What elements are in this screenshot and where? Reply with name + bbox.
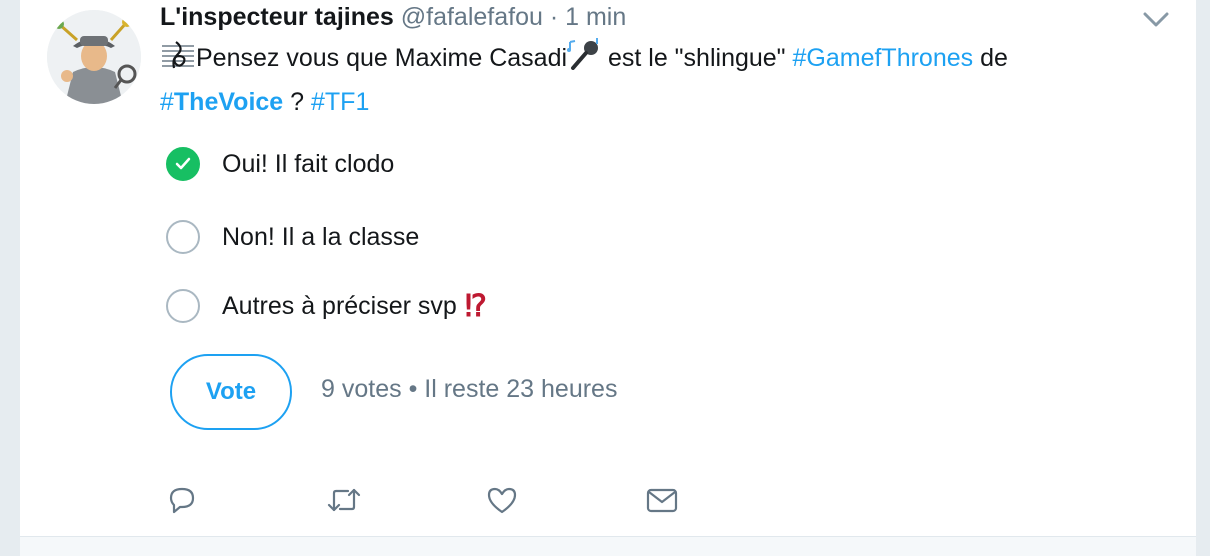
direct-message-icon[interactable] <box>642 480 682 520</box>
avatar-image <box>47 10 141 104</box>
tweet-text-part4: ? <box>283 88 311 116</box>
poll-time-remaining: Il reste 23 heures <box>424 375 618 403</box>
timeline-divider <box>20 537 1196 556</box>
hashtag-thevoice-hash: # <box>160 88 174 116</box>
reply-icon[interactable] <box>162 480 202 520</box>
hashtag-thevoice[interactable]: #TheVoice <box>160 88 283 116</box>
microphone-icon <box>567 38 601 82</box>
like-icon[interactable] <box>482 480 522 520</box>
poll-option-1[interactable]: Oui! Il fait clodo <box>166 144 394 184</box>
tweet-timestamp[interactable]: 1 min <box>565 3 626 31</box>
retweet-icon[interactable] <box>324 480 364 520</box>
checkmark-icon[interactable] <box>166 147 200 181</box>
tweet-text-part1: Pensez vous que Maxime Casadi <box>196 44 568 72</box>
tweet-options-chevron-icon[interactable] <box>1140 6 1172 32</box>
tweet-text: Pensez vous que Maxime Casadi est le "sh… <box>160 38 1160 122</box>
poll-meta-separator: • <box>408 375 418 403</box>
exclamation-question-icon: ⁉ <box>464 289 487 323</box>
poll-vote-count: 9 votes <box>321 375 402 403</box>
avatar[interactable] <box>47 10 141 104</box>
header-separator: · <box>549 3 559 31</box>
tweet-text-part3: de <box>973 44 1008 72</box>
vote-button[interactable]: Vote <box>170 354 292 430</box>
author-name[interactable]: L'inspecteur tajines <box>160 3 394 31</box>
poll-option-label: Autres à préciser svp <box>222 291 457 320</box>
radio-empty-icon[interactable] <box>166 289 200 323</box>
poll-meta: 9 votes • Il reste 23 heures <box>321 372 617 406</box>
tweet-text-part2: est le "shlingue" <box>601 44 793 72</box>
poll-option-label: Oui! Il fait clodo <box>222 149 395 178</box>
hashtag-tf1[interactable]: #TF1 <box>311 88 369 116</box>
tweet-header: L'inspecteur tajines @fafalefafou · 1 mi… <box>160 2 626 32</box>
hashtag-thevoice-word: TheVoice <box>173 88 284 116</box>
hashtag-gamefthrones[interactable]: #GamefThrones <box>793 44 974 72</box>
poll-option-2[interactable]: Non! Il a la classe <box>166 217 419 257</box>
poll-option-3[interactable]: Autres à préciser svp ⁉ <box>166 286 487 326</box>
radio-empty-icon[interactable] <box>166 220 200 254</box>
musical-score-icon <box>160 40 196 82</box>
author-handle[interactable]: @fafalefafou <box>401 3 543 31</box>
poll-option-label: Non! Il a la classe <box>222 222 420 251</box>
